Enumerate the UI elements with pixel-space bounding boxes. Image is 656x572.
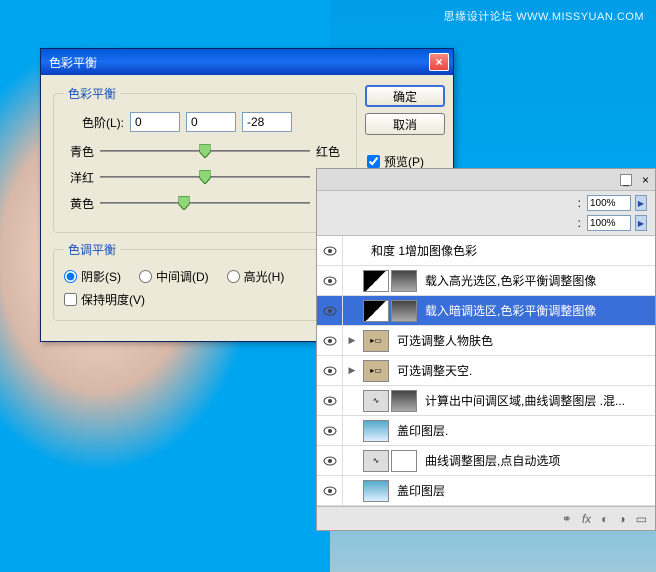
group-legend: 色彩平衡: [64, 85, 120, 102]
visibility-icon[interactable]: [317, 386, 343, 415]
layer-name: 盖印图层: [391, 482, 655, 499]
layer-row[interactable]: 载入暗调选区,色彩平衡调整图像: [317, 296, 655, 326]
color-balance-group: 色彩平衡 色阶(L): 青色红色洋红绿色黄色蓝色: [53, 85, 357, 233]
tone-balance-group: 色调平衡 阴影(S) 中间调(D) 高光(H) 保持明度(V): [53, 241, 357, 321]
layer-row[interactable]: 载入高光选区,色彩平衡调整图像: [317, 266, 655, 296]
visibility-icon[interactable]: [317, 356, 343, 385]
opacity-arrow-icon[interactable]: ▶: [635, 195, 647, 211]
ok-button[interactable]: 确定: [365, 85, 445, 107]
visibility-icon[interactable]: [317, 476, 343, 505]
disclosure-icon[interactable]: ▶: [343, 335, 361, 346]
visibility-icon[interactable]: [317, 446, 343, 475]
cancel-button[interactable]: 取消: [365, 113, 445, 135]
fill-arrow-icon[interactable]: ▶: [635, 215, 647, 231]
layer-name: 载入高光选区,色彩平衡调整图像: [419, 272, 655, 289]
tone-legend: 色调平衡: [64, 241, 120, 258]
link-icon[interactable]: ⚭: [562, 512, 572, 526]
slider-right-label: 红色: [316, 143, 346, 160]
slider-left-label: 洋红: [64, 169, 94, 186]
levels-label: 色阶(L):: [64, 114, 124, 131]
shadows-radio[interactable]: 阴影(S): [64, 268, 121, 285]
layer-name: 可选调整人物肤色: [391, 332, 655, 349]
minimize-icon[interactable]: _: [620, 174, 632, 186]
fx-icon[interactable]: fx: [582, 512, 591, 526]
layer-row[interactable]: ∿计算出中间调区域,曲线调整图层 .混...: [317, 386, 655, 416]
preserve-luminosity-check[interactable]: 保持明度(V): [64, 291, 346, 308]
mask-icon[interactable]: ◐: [601, 512, 608, 526]
layer-row[interactable]: ▶▸▭可选调整人物肤色: [317, 326, 655, 356]
layer-name: 可选调整天空.: [391, 362, 655, 379]
layer-name: 盖印图层.: [391, 422, 655, 439]
visibility-icon[interactable]: [317, 296, 343, 325]
opacity-input[interactable]: [587, 195, 631, 211]
layer-name: 计算出中间调区域,曲线调整图层 .混...: [419, 392, 655, 409]
layer-list: 和度 1增加图像色彩载入高光选区,色彩平衡调整图像载入暗调选区,色彩平衡调整图像…: [317, 236, 655, 506]
visibility-icon[interactable]: [317, 266, 343, 295]
visibility-icon[interactable]: [317, 326, 343, 355]
slider-0[interactable]: [100, 142, 310, 160]
layer-name: 曲线调整图层,点自动选项: [419, 452, 655, 469]
close-button[interactable]: ×: [429, 53, 449, 71]
titlebar[interactable]: 色彩平衡 ×: [41, 49, 453, 75]
layers-panel: _ × :▶ :▶ 和度 1增加图像色彩载入高光选区,色彩平衡调整图像载入暗调选…: [316, 168, 656, 531]
layer-row[interactable]: 和度 1增加图像色彩: [317, 236, 655, 266]
layer-row[interactable]: ▶▸▭可选调整天空.: [317, 356, 655, 386]
layer-name: 载入暗调选区,色彩平衡调整图像: [419, 302, 655, 319]
highlights-radio[interactable]: 高光(H): [227, 268, 285, 285]
disclosure-icon[interactable]: ▶: [343, 365, 361, 376]
slider-left-label: 青色: [64, 143, 94, 160]
slider-1[interactable]: [100, 168, 310, 186]
fill-input[interactable]: [587, 215, 631, 231]
adjustment-icon[interactable]: ◑: [618, 512, 625, 526]
folder-icon[interactable]: ▭: [636, 512, 647, 526]
slider-left-label: 黄色: [64, 195, 94, 212]
watermark: 思缘设计论坛 WWW.MISSYUAN.COM: [444, 8, 644, 24]
layer-row[interactable]: 盖印图层: [317, 476, 655, 506]
level-0-input[interactable]: [130, 112, 180, 132]
dialog-title: 色彩平衡: [45, 54, 429, 71]
close-panel-icon[interactable]: ×: [642, 173, 649, 187]
panel-header[interactable]: _ ×: [317, 169, 655, 191]
layer-name: 和度 1增加图像色彩: [365, 242, 655, 259]
level-2-input[interactable]: [242, 112, 292, 132]
visibility-icon[interactable]: [317, 416, 343, 445]
level-1-input[interactable]: [186, 112, 236, 132]
layer-row[interactable]: ∿曲线调整图层,点自动选项: [317, 446, 655, 476]
visibility-icon[interactable]: [317, 236, 343, 265]
slider-2[interactable]: [100, 194, 310, 212]
midtones-radio[interactable]: 中间调(D): [139, 268, 209, 285]
layer-row[interactable]: 盖印图层.: [317, 416, 655, 446]
panel-footer: ⚭ fx ◐ ◑ ▭: [317, 506, 655, 530]
